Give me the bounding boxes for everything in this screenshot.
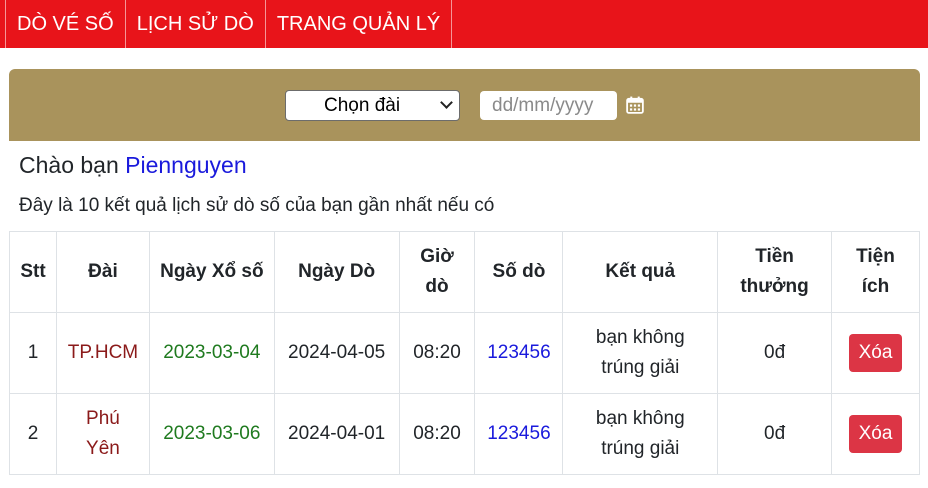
cell-gio-do: 08:20 [398, 312, 476, 394]
header-tien-ich-line2: ích [861, 276, 890, 297]
cell-gio-do: 08:20 [398, 393, 476, 475]
cell-stt: 2 [9, 393, 57, 475]
chevron-down-icon [440, 96, 453, 109]
table-row: 1 TP.HCM 2023-03-04 2024-04-05 08:20 123… [9, 312, 920, 394]
cell-ngay-do: 2024-04-05 [273, 312, 400, 394]
top-nav: DÒ VÉ SỐ LỊCH SỬ DÒ TRANG QUẢN LÝ [0, 0, 928, 48]
header-ket-qua: Kết quả [562, 231, 719, 313]
cell-ket-qua-line2: trúng giải [601, 438, 680, 459]
delete-button[interactable]: Xóa [849, 334, 902, 372]
cell-ket-qua-line1: bạn không [595, 408, 685, 429]
station-select-value: Chọn đài [324, 95, 401, 116]
cell-ngay-do: 2024-04-01 [273, 393, 400, 475]
cell-stt: 1 [9, 312, 57, 394]
cell-tien-thuong: 0đ [717, 393, 833, 475]
cell-so-do: 123456 [474, 312, 564, 394]
nav-trang-quan-ly[interactable]: TRANG QUẢN LÝ [266, 0, 453, 48]
header-ngay-do: Ngày Dò [273, 231, 400, 313]
header-gio-do-line1: Giờ [420, 246, 454, 267]
table-header-row: Stt Đài Ngày Xổ số Ngày Dò Giờ dò Số dò K… [9, 231, 920, 313]
header-ngay-xo-so: Ngày Xổ số [148, 231, 275, 313]
cell-dai-line2: Yên [86, 438, 120, 459]
header-tien-ich: Tiện ích [831, 231, 920, 313]
cell-tien-thuong: 0đ [717, 312, 833, 394]
cell-so-do: 123456 [474, 393, 564, 475]
cell-dai-line1: Phú [86, 408, 120, 429]
date-input[interactable] [480, 91, 617, 120]
cell-ket-qua: bạn không trúng giải [562, 312, 719, 394]
cell-dai-line1: TP.HCM [67, 342, 139, 363]
filter-bar: Chọn đài [9, 69, 920, 141]
header-tien-thuong-line1: Tiền [755, 246, 794, 267]
nav-do-ve-so[interactable]: DÒ VÉ SỐ [5, 0, 126, 48]
cell-ket-qua-line1: bạn không [595, 327, 685, 348]
header-tien-thuong: Tiền thưởng [717, 231, 833, 313]
header-gio-do-line2: dò [425, 276, 449, 297]
cell-ket-qua: bạn không trúng giải [562, 393, 719, 475]
cell-ket-qua-line2: trúng giải [601, 357, 680, 378]
cell-tien-ich: Xóa [831, 312, 920, 394]
greeting: Chào bạn Piennguyen [19, 152, 247, 179]
cell-tien-ich: Xóa [831, 393, 920, 475]
header-so-do: Số dò [474, 231, 564, 313]
delete-button[interactable]: Xóa [849, 415, 902, 453]
greeting-prefix: Chào bạn [19, 152, 126, 178]
table-row: 2 Phú Yên 2023-03-06 2024-04-01 08:20 123… [9, 393, 920, 475]
cell-ngay-xo-so: 2023-03-04 [148, 312, 275, 394]
header-gio-do: Giờ dò [398, 231, 476, 313]
header-dai: Đài [55, 231, 150, 313]
history-subtitle: Đây là 10 kết quả lịch sử dò số của bạn … [19, 195, 495, 216]
station-select[interactable]: Chọn đài [285, 90, 460, 121]
header-tien-thuong-line2: thưởng [740, 276, 809, 297]
calendar-icon[interactable] [626, 96, 644, 114]
cell-dai: TP.HCM [55, 312, 150, 394]
username: Piennguyen [125, 152, 247, 178]
header-stt: Stt [9, 231, 57, 313]
nav-lich-su-do[interactable]: LỊCH SỬ DÒ [126, 0, 266, 48]
header-tien-ich-line1: Tiện [856, 246, 895, 267]
cell-dai: Phú Yên [55, 393, 150, 475]
cell-ngay-xo-so: 2023-03-06 [148, 393, 275, 475]
history-table: Stt Đài Ngày Xổ số Ngày Dò Giờ dò Số dò K… [9, 231, 920, 475]
